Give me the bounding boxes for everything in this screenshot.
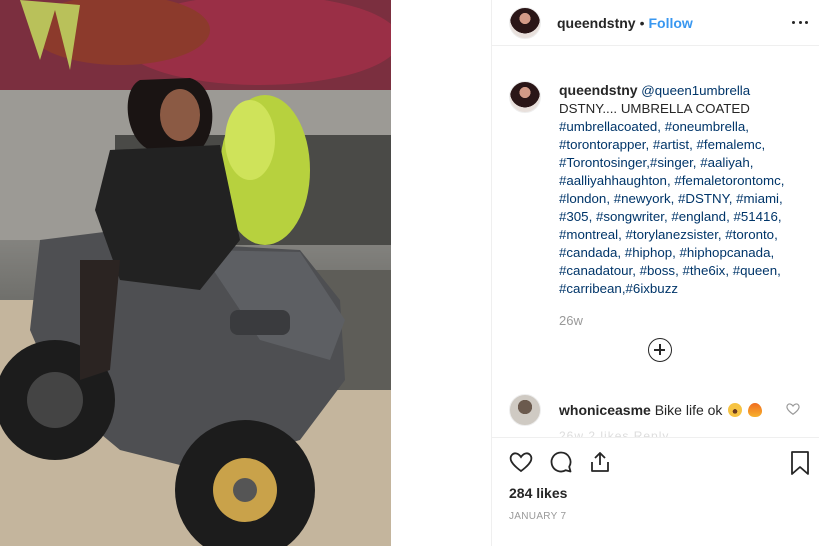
comment-item: whoniceasme Bike life ok xyxy=(509,394,809,426)
action-icons xyxy=(508,450,612,474)
caption-body: DSTNY.... UMBRELLA COATED xyxy=(559,101,750,116)
commenter-avatar[interactable] xyxy=(509,394,541,426)
load-more-comments-icon[interactable] xyxy=(648,338,672,362)
author-avatar[interactable] xyxy=(509,6,541,39)
like-heart-icon[interactable] xyxy=(508,450,534,474)
post-photo[interactable] xyxy=(0,0,391,546)
caption-text: queendstny @queen1umbrella DSTNY.... UMB… xyxy=(559,81,809,298)
laughing-face-emoji xyxy=(728,403,743,417)
comment-like-heart-icon[interactable] xyxy=(786,402,800,416)
comment-body: Bike life ok xyxy=(654,402,723,418)
caption-username[interactable]: queendstny xyxy=(559,82,638,98)
post-date[interactable]: JANUARY 7 xyxy=(509,511,566,522)
comment-text: whoniceasme Bike life ok xyxy=(559,402,763,418)
post-sidebar: queendstny • Follow queendstny @queen1um… xyxy=(491,0,819,546)
follow-button[interactable]: Follow xyxy=(648,15,692,31)
more-horizontal-icon[interactable] xyxy=(790,12,810,32)
separator-dot: • xyxy=(639,14,645,31)
comment-bubble-icon[interactable] xyxy=(548,450,574,474)
motorcycle-photo-illustration xyxy=(0,0,391,546)
save-bookmark-icon[interactable] xyxy=(788,450,812,476)
caption-hashtags[interactable]: #umbrellacoated, #oneumbrella, #torontor… xyxy=(559,119,784,296)
post-actions: 284 likes JANUARY 7 xyxy=(492,437,819,546)
comments-panel[interactable]: queendstny @queen1umbrella DSTNY.... UMB… xyxy=(492,47,819,437)
photo-margin xyxy=(391,0,491,546)
likes-count[interactable]: 284 likes xyxy=(509,485,567,501)
comment-meta-faded: 26w 2 likes Reply xyxy=(559,429,670,437)
fire-emoji xyxy=(748,403,763,417)
caption: queendstny @queen1umbrella DSTNY.... UMB… xyxy=(509,81,809,298)
post-header: queendstny • Follow xyxy=(492,0,819,46)
commenter-username[interactable]: whoniceasme xyxy=(559,402,651,418)
author-username[interactable]: queendstny xyxy=(557,15,636,31)
caption-time[interactable]: 26w xyxy=(559,313,583,328)
caption-mention[interactable]: @queen1umbrella xyxy=(641,83,750,98)
caption-avatar[interactable] xyxy=(509,81,541,113)
share-icon[interactable] xyxy=(588,450,612,474)
